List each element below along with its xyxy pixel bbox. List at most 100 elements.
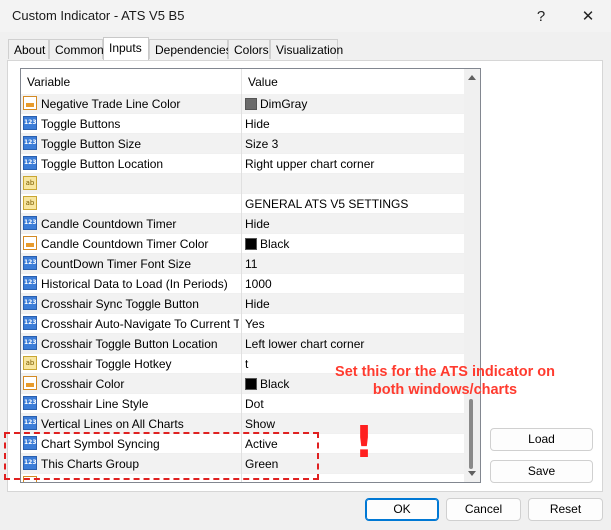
variable-value[interactable]: DimGray [245,97,307,111]
variable-value[interactable]: Dot [245,397,264,411]
column-divider [241,374,242,394]
tab-dependencies[interactable]: Dependencies [149,39,232,59]
variable-value[interactable]: Size 3 [245,137,278,151]
grid-row[interactable]: 123 Historical Data to Load (In Periods) 1… [21,274,464,294]
variable-value[interactable]: GENERAL ATS V5 SETTINGS [245,197,408,211]
header-divider [241,69,242,94]
title-bar: Custom Indicator - ATS V5 B5 ? ✕ [0,0,611,32]
numeric-icon: 123 [23,256,37,270]
grid-row[interactable]: ab GENERAL ATS V5 SETTINGS [21,194,464,214]
value-text: Black [260,237,290,251]
exclamation-mark: ! [354,417,375,468]
highlight-box [4,432,319,480]
color-swatch [245,98,257,110]
column-divider [241,254,242,274]
column-divider [241,194,242,214]
grid-row[interactable]: 123 Toggle Buttons Hide [21,114,464,134]
column-divider [241,214,242,234]
save-button[interactable]: Save [490,460,593,483]
vertical-scrollbar[interactable] [464,69,480,482]
column-divider [241,234,242,254]
variable-value[interactable]: Left lower chart corner [245,337,364,351]
color-swatch [245,238,257,250]
string-icon: ab [23,196,37,210]
color-icon [23,376,37,390]
column-divider [241,274,242,294]
value-text: 11 [245,257,258,271]
column-divider [241,294,242,314]
numeric-icon: 123 [23,276,37,290]
value-text: Hide [245,297,270,311]
variable-value[interactable]: Show [245,417,275,431]
column-divider [241,94,242,114]
string-icon: ab [23,176,37,190]
scroll-up-icon[interactable] [468,75,476,80]
window-title: Custom Indicator - ATS V5 B5 [12,8,185,23]
grid-row[interactable]: 123 Toggle Button Size Size 3 [21,134,464,154]
variable-value[interactable]: t [245,357,248,371]
load-button[interactable]: Load [490,428,593,451]
header-variable[interactable]: Variable [27,75,70,89]
variable-name: Toggle Button Location [41,157,164,171]
variable-value[interactable]: Hide [245,297,270,311]
close-icon[interactable]: ✕ [575,4,601,28]
variable-value[interactable]: 1000 [245,277,272,291]
callout-line-1: Set this for the ATS indicator on [335,364,555,380]
numeric-icon: 123 [23,156,37,170]
grid-row[interactable]: 123 Crosshair Toggle Button Location Left … [21,334,464,354]
grid-row[interactable]: 123 Crosshair Sync Toggle Button Hide [21,294,464,314]
variable-value[interactable]: Black [245,377,289,391]
tab-common[interactable]: Common [49,39,104,59]
grid-rows: Negative Trade Line Color DimGray 123 Toggl… [21,94,464,482]
grid-row[interactable]: 123 CountDown Timer Font Size 11 [21,254,464,274]
tab-inputs[interactable]: Inputs [103,37,149,60]
value-text: GENERAL ATS V5 SETTINGS [245,197,409,211]
grid-row[interactable]: ab [21,174,464,194]
value-text: Left lower chart corner [245,337,365,351]
variable-name: Crosshair Toggle Hotkey [41,357,172,371]
variable-name: Crosshair Line Style [41,397,149,411]
tab-about[interactable]: About [8,39,49,59]
value-text: Show [245,417,276,431]
grid-row[interactable]: 123 Vertical Lines on All Charts Show [21,414,464,434]
grid-row[interactable]: 123 Toggle Button Location Right upper cha… [21,154,464,174]
color-icon [23,96,37,110]
variable-value[interactable]: Hide [245,117,270,131]
cancel-button[interactable]: Cancel [446,498,521,521]
inputs-grid: Variable Value Negative Trade Line Color… [20,68,481,483]
variable-name: Candle Countdown Timer [41,217,177,231]
value-text: Yes [245,317,265,331]
header-value[interactable]: Value [248,75,278,89]
variable-name: Crosshair Auto-Navigate To Current Tim..… [41,317,239,331]
grid-row[interactable]: Candle Countdown Timer Color Black [21,234,464,254]
annotation-callout: Set this for the ATS indicator on both w… [312,363,578,399]
numeric-icon: 123 [23,336,37,350]
variable-name: Toggle Button Size [41,137,142,151]
column-divider [241,394,242,414]
column-divider [241,314,242,334]
variable-value[interactable]: Black [245,237,289,251]
tab-visualization[interactable]: Visualization [270,39,343,59]
variable-name: Historical Data to Load (In Periods) [41,277,228,291]
variable-value[interactable]: Hide [245,217,270,231]
ok-button[interactable]: OK [365,498,439,521]
value-text: Right upper chart corner [245,157,375,171]
grid-row[interactable]: 123 Crosshair Auto-Navigate To Current Ti… [21,314,464,334]
variable-value[interactable]: Right upper chart corner [245,157,374,171]
variable-value[interactable]: 11 [245,257,257,271]
reset-button[interactable]: Reset [528,498,603,521]
tab-colors[interactable]: Colors [228,39,270,59]
column-divider [241,414,242,434]
grid-row[interactable]: 123 Candle Countdown Timer Hide [21,214,464,234]
grid-header: Variable Value [21,69,464,95]
variable-name: Crosshair Color [41,377,125,391]
variable-name: CountDown Timer Font Size [41,257,192,271]
color-swatch [245,378,257,390]
value-text: t [245,357,249,371]
value-text: Dot [245,397,264,411]
scroll-thumb[interactable] [469,399,473,469]
variable-value[interactable]: Yes [245,317,265,331]
scroll-down-icon[interactable] [468,471,476,476]
grid-row[interactable]: Negative Trade Line Color DimGray [21,94,464,114]
help-icon[interactable]: ? [528,4,554,28]
